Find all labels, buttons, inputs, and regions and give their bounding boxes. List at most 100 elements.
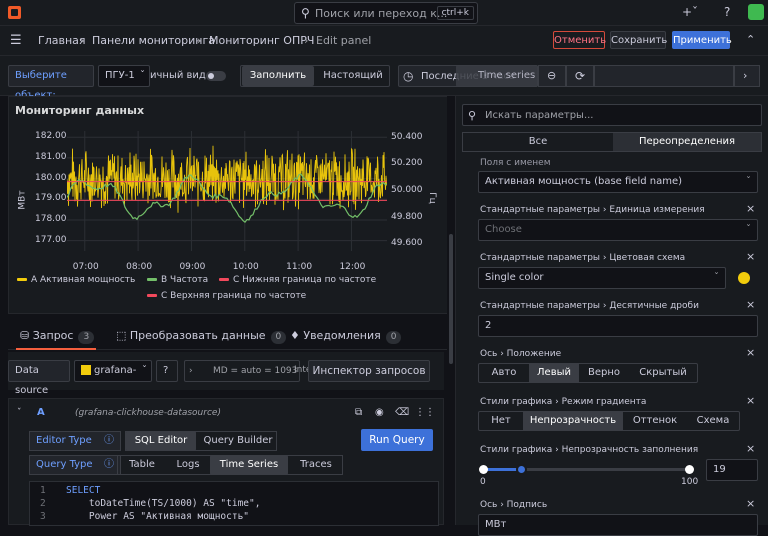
type-time-series[interactable]: Time Series <box>210 455 288 475</box>
close-icon[interactable]: × <box>746 497 755 510</box>
left-tick-label: 178.00 <box>35 213 67 224</box>
chevron-down-icon[interactable]: ˇ <box>17 408 22 418</box>
collapse-options-button[interactable]: › <box>734 65 760 87</box>
apply-button[interactable]: Применить <box>672 31 732 49</box>
code-line: SELECT <box>66 485 101 496</box>
legend-item[interactable]: С Верхняя граница по частоте <box>147 291 306 301</box>
table-view-toggle[interactable] <box>206 71 226 81</box>
help-icon[interactable]: ? <box>724 5 730 19</box>
run-query-button[interactable]: Run Query <box>361 429 433 451</box>
shortcut-badge: ctrl+k <box>436 6 474 20</box>
close-icon[interactable]: × <box>746 202 755 215</box>
tab-all[interactable]: Все <box>463 133 613 151</box>
editor-scrollbar[interactable] <box>447 96 455 525</box>
zoom-out-button[interactable]: ⊖ <box>538 65 566 87</box>
gradient-hue[interactable]: Оттенок <box>623 412 687 430</box>
x-tick-label: 09:00 <box>179 262 206 272</box>
color-scheme-value: Single color <box>485 272 544 283</box>
breadcrumb-home[interactable]: Главная <box>38 34 86 47</box>
slider-max-mark <box>685 465 694 474</box>
refresh-interval[interactable] <box>594 65 734 87</box>
placement-hidden[interactable]: Скрытый <box>629 364 697 382</box>
type-traces[interactable]: Traces <box>290 455 342 475</box>
fill-opacity-input[interactable]: 19 <box>706 459 758 481</box>
color-swatch[interactable] <box>738 272 750 284</box>
save-button[interactable]: Сохранить <box>610 31 667 49</box>
copy-icon[interactable]: ⧉ <box>355 407 362 418</box>
chevron-down-icon: ˇ <box>142 365 147 376</box>
object-select[interactable]: ПГУ-1 ˇ <box>98 65 150 87</box>
close-icon[interactable]: × <box>746 346 755 359</box>
slider-thumb[interactable] <box>516 464 528 475</box>
left-tick-label: 182.00 <box>35 131 67 142</box>
type-logs[interactable]: Logs <box>168 455 208 475</box>
legend-item[interactable]: В Частота <box>147 275 208 285</box>
chevron-up-icon[interactable]: ⌃ <box>746 33 755 46</box>
legend-item[interactable]: А Активная мощность <box>17 275 135 285</box>
plus-icon[interactable]: +ˇ <box>682 5 698 19</box>
query-inspector-button[interactable]: Инспектор запросов <box>308 360 430 382</box>
type-table[interactable]: Table <box>118 455 166 475</box>
placement-left[interactable]: Левый <box>529 364 579 382</box>
top-bar: ⚲ Поиск или переход к... ctrl+k +ˇ ? <box>0 0 768 26</box>
datasource-bar: Data source grafana- ˇ ? › MD = auto = 1… <box>8 352 444 396</box>
close-icon[interactable]: × <box>746 250 755 263</box>
tab-transform[interactable]: ⬚ Преобразовать данные 0 <box>116 329 287 344</box>
datasource-help-button[interactable]: ? <box>156 360 178 382</box>
slider-max: 100 <box>681 477 699 487</box>
code-line: Power AS "Активная мощность" <box>66 511 250 522</box>
actual-option[interactable]: Настоящий <box>317 66 389 86</box>
breadcrumb-dashboard[interactable]: Мониторинг ОПРЧ <box>209 34 314 47</box>
legend-item[interactable]: С Нижняя граница по частоте <box>219 275 376 285</box>
placement-right[interactable]: Верно <box>579 364 629 382</box>
drag-handle-icon[interactable]: ⋮⋮ <box>415 407 435 418</box>
color-scheme-select[interactable]: Single color ˇ <box>478 267 726 289</box>
refresh-button[interactable]: ⟳ <box>566 65 594 87</box>
field-name-select[interactable]: Активная мощность (base field name) ˇ <box>478 171 758 193</box>
slider-min: 0 <box>480 477 486 487</box>
chevron-down-icon: ˇ <box>746 176 751 187</box>
query-builder-option[interactable]: Query Builder <box>198 431 278 451</box>
close-icon[interactable]: × <box>746 442 755 455</box>
tab-query[interactable]: ⛁ Запрос 3 <box>20 329 95 344</box>
editor-type-label: Editor Type ⓘ <box>29 431 121 451</box>
tab-alerts[interactable]: ♦ Уведомления 0 <box>290 329 402 344</box>
gradient-scheme[interactable]: Схема <box>687 412 739 430</box>
slider-min-mark <box>479 465 488 474</box>
cancel-button[interactable]: Отменить <box>553 31 606 49</box>
x-tick-label: 07:00 <box>72 262 99 272</box>
tab-overrides[interactable]: Переопределения <box>613 133 761 151</box>
gradient-none[interactable]: Нет <box>479 412 523 430</box>
gradient-opacity[interactable]: Непрозрачность <box>523 412 623 430</box>
fill-opacity-slider[interactable] <box>479 464 694 475</box>
eye-icon[interactable]: ◉ <box>375 407 384 418</box>
time-series-plot[interactable] <box>67 131 387 251</box>
query-ref-id[interactable]: A <box>37 407 45 418</box>
trash-icon[interactable]: ⌫ <box>395 407 409 418</box>
datasource-value: grafana- <box>94 365 137 376</box>
options-search-input[interactable]: ⚲ Искать параметры... <box>462 104 762 126</box>
avatar[interactable] <box>748 4 764 20</box>
table-view-label: ичный вид <box>150 70 206 81</box>
close-icon[interactable]: × <box>746 394 755 407</box>
active-tab-indicator <box>16 348 96 350</box>
datasource-select[interactable]: grafana- ˇ <box>74 360 152 382</box>
x-tick-label: 10:00 <box>232 262 259 272</box>
override-axis-label-title: Ось › Подпись <box>480 500 548 510</box>
global-search[interactable]: ⚲ Поиск или переход к... ctrl+k <box>294 2 478 24</box>
info-icon: ⓘ <box>104 435 114 446</box>
fill-option[interactable]: Заполнить <box>242 66 314 86</box>
axis-label-input[interactable]: МВт <box>478 514 758 536</box>
field-name-value: Активная мощность (base field name) <box>485 176 683 187</box>
unit-select[interactable]: Choose ˇ <box>478 219 758 241</box>
close-icon[interactable]: × <box>746 298 755 311</box>
menu-icon[interactable]: ☰ <box>10 33 22 48</box>
query-options[interactable]: › MD = auto = 1093 <box>184 360 300 382</box>
grafana-logo[interactable] <box>8 6 21 19</box>
sql-code-editor[interactable]: 1 SELECT 2 toDateTime(TS/1000) AS "time"… <box>29 481 439 526</box>
right-tick-label: 49.600 <box>391 238 423 249</box>
placement-auto[interactable]: Авто <box>479 364 529 382</box>
viz-picker[interactable]: Time series <box>456 65 538 87</box>
decimals-input[interactable]: 2 <box>478 315 758 337</box>
sql-editor-option[interactable]: SQL Editor <box>126 431 196 451</box>
